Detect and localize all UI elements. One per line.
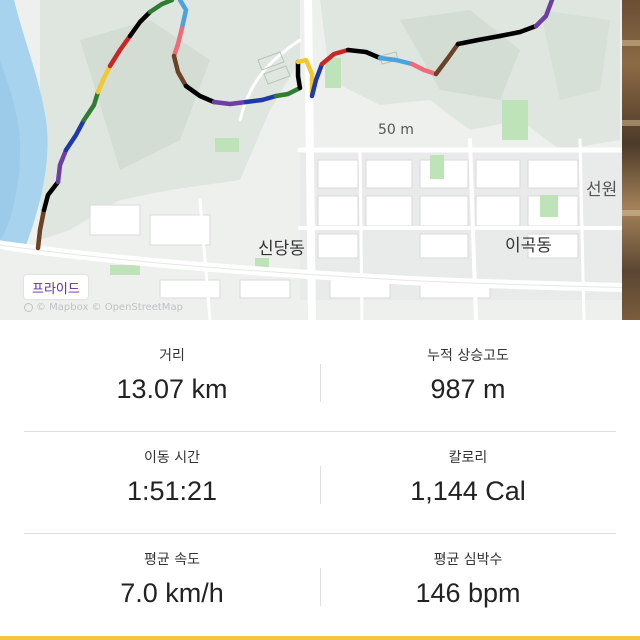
stat-label: 칼로리 — [448, 450, 488, 466]
stat-label: 누적 상승고도 — [427, 348, 509, 364]
map-canvas — [0, 0, 640, 320]
route-map[interactable]: 50 m 신당동 이곡동 선원 프라이드 © Mapbox © OpenStre… — [0, 0, 640, 320]
stat-value: 146 bpm — [415, 578, 521, 608]
stat-label: 거리 — [159, 348, 185, 364]
place-label-igok: 이곡동 — [505, 236, 552, 256]
stats-row: 이동 시간 1:51:21 칼로리 1,144 Cal — [24, 432, 616, 534]
stat-avg-speed: 평균 속도 7.0 km/h — [24, 534, 320, 636]
stat-value: 13.07 km — [116, 374, 228, 404]
stat-distance: 거리 13.07 km — [24, 330, 320, 431]
place-label-sindang: 신당동 — [258, 239, 305, 259]
stat-value: 1:51:21 — [126, 476, 218, 506]
stat-divider — [320, 466, 321, 504]
stat-label: 이동 시간 — [144, 450, 200, 466]
stat-moving-time: 이동 시간 1:51:21 — [24, 432, 320, 533]
stat-elevation-gain: 누적 상승고도 987 m — [320, 330, 616, 431]
map-attribution[interactable]: © Mapbox © OpenStreetMap — [24, 302, 183, 313]
sport-type-badge: 프라이드 — [24, 275, 88, 299]
bottom-accent-strip — [0, 636, 640, 640]
stat-calories: 칼로리 1,144 Cal — [320, 432, 616, 533]
attribution-text: © Mapbox © OpenStreetMap — [36, 302, 183, 313]
stat-label: 평균 심박수 — [433, 552, 503, 568]
stat-divider — [320, 568, 321, 606]
stats-row: 평균 속도 7.0 km/h 평균 심박수 146 bpm — [24, 534, 616, 636]
activity-stats: 거리 13.07 km 누적 상승고도 987 m 이동 시간 1:51:21 … — [24, 330, 616, 636]
stat-value: 7.0 km/h — [120, 578, 224, 608]
stat-value: 1,144 Cal — [410, 476, 526, 506]
stats-row: 거리 13.07 km 누적 상승고도 987 m — [24, 330, 616, 432]
stat-value: 987 m — [430, 374, 506, 404]
stat-avg-heart-rate: 평균 심박수 146 bpm — [320, 534, 616, 636]
stat-label: 평균 속도 — [144, 552, 200, 568]
mapbox-logo-icon — [24, 303, 33, 312]
photo-thumbnail[interactable] — [622, 0, 640, 320]
stat-divider — [320, 364, 321, 402]
contour-label: 50 m — [378, 122, 414, 138]
place-label-seon: 선원 — [586, 180, 618, 200]
